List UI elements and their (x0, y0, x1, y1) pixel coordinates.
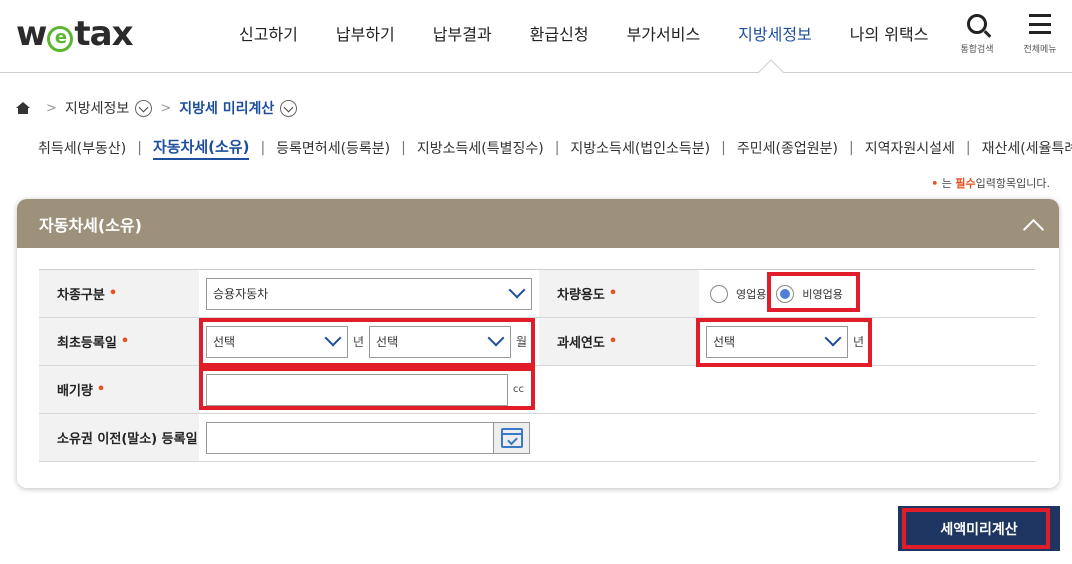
radio-business-use[interactable]: 영업용 (710, 284, 766, 303)
calendar-icon (500, 427, 523, 448)
breadcrumb-level1[interactable]: 지방세정보 (65, 98, 129, 118)
first-reg-month-select[interactable]: 선택 (369, 325, 512, 358)
first-reg-label: 최초등록일 • (39, 318, 199, 365)
displacement-label: 배기량 • (39, 366, 199, 413)
transfer-date-label: 소유권 이전(말소) 등록일 (39, 414, 199, 461)
first-reg-year-select[interactable]: 선택 (206, 325, 348, 358)
car-use-radio-group: 영업용 비영업용 (710, 284, 853, 303)
nav-extra-services[interactable]: 부가서비스 (608, 0, 720, 72)
tab-vehicle-tax[interactable]: 자동차세(소유) (152, 136, 250, 160)
chevron-down-icon (489, 332, 502, 345)
tab-regional-resource-tax[interactable]: 지역자원시설세 (865, 138, 955, 158)
nav-refund[interactable]: 환급신청 (511, 0, 608, 72)
tax-type-tabs: 취득세(부동산) | 자동차세(소유) | 등록면허세(등록분) | 지방소득세(특별… (38, 136, 1072, 160)
tab-local-income-corporate[interactable]: 지방소득세(법인소득분) (570, 138, 710, 158)
car-type-label: 차종구분 • (39, 270, 199, 317)
chevron-down-icon[interactable] (135, 99, 153, 117)
tab-acquisition-tax[interactable]: 취득세(부동산) (38, 138, 126, 158)
search-icon (967, 14, 987, 34)
displacement-input[interactable] (206, 373, 508, 406)
breadcrumb: > 지방세정보 > 지방세 미리계산 (16, 98, 298, 118)
form-row: 소유권 이전(말소) 등록일 (39, 414, 1035, 462)
tax-year-select[interactable]: 선택 (706, 325, 848, 358)
main-nav: 신고하기 납부하기 납부결과 환급신청 부가서비스 지방세정보 나의 위택스 (220, 0, 947, 72)
tab-local-income-withholding[interactable]: 지방소득세(특별징수) (417, 138, 544, 158)
wetax-logo[interactable]: w e tax (16, 14, 134, 54)
chevron-right-icon: > (160, 100, 172, 116)
tab-resident-tax[interactable]: 주민세(종업원분) (737, 138, 838, 158)
tab-registration-tax[interactable]: 등록면허세(등록분) (276, 138, 390, 158)
nav-local-tax-info[interactable]: 지방세정보 (719, 0, 831, 72)
chevron-down-icon (826, 332, 839, 345)
chevron-down-icon (326, 332, 339, 345)
calc-panel: 자동차세(소유) 차종구분 • 승용자동차 차량용도 • 영업용 비영업용 최초등록… (17, 199, 1059, 488)
breadcrumb-current[interactable]: 지방세 미리계산 (179, 98, 274, 118)
nav-report[interactable]: 신고하기 (220, 0, 317, 72)
all-menu-button[interactable]: 전체메뉴 (1015, 14, 1065, 55)
tax-year-label: 과세연도 • (539, 318, 699, 365)
home-icon[interactable] (16, 102, 30, 114)
calculate-tax-button[interactable]: 세액미리계산 (898, 506, 1060, 551)
form-row: 배기량 • cc (39, 366, 1035, 414)
calendar-button[interactable] (494, 421, 530, 454)
form-row: 차종구분 • 승용자동차 차량용도 • 영업용 비영업용 (39, 270, 1035, 318)
chevron-up-icon[interactable] (1023, 215, 1041, 233)
transfer-date-input[interactable] (206, 421, 494, 454)
hamburger-icon (1029, 14, 1051, 34)
chevron-down-icon (510, 284, 523, 297)
panel-title: 자동차세(소유) (39, 215, 142, 235)
search-label: 통합검색 (960, 45, 994, 55)
car-type-select[interactable]: 승용자동차 (206, 277, 532, 310)
tab-property-tax[interactable]: 재산세(세율특례) (982, 138, 1072, 158)
chevron-right-icon: > (46, 100, 57, 116)
nav-my-wetax[interactable]: 나의 위택스 (831, 0, 948, 72)
nav-payment-result[interactable]: 납부결과 (414, 0, 511, 72)
calc-form: 차종구분• 승용자동차 차량용도• 영업용 비영업용 최초등록일• 선택 (39, 269, 1035, 462)
radio-non-business-use[interactable]: 비영업용 (776, 284, 843, 303)
chevron-down-icon[interactable] (280, 99, 298, 117)
nav-payment[interactable]: 납부하기 (317, 0, 414, 72)
form-row: 최초등록일 • 선택 년 선택 월 과세연도 • 선택 년 (39, 318, 1035, 366)
required-note: • 는 필수입력항목입니다. (931, 177, 1050, 190)
site-header: w e tax 신고하기 납부하기 납부결과 환급신청 부가서비스 지방세정보 나의… (0, 0, 1072, 73)
panel-header[interactable]: 자동차세(소유) (17, 199, 1059, 248)
all-menu-label: 전체메뉴 (1023, 45, 1057, 55)
search-button[interactable]: 통합검색 (952, 14, 1002, 55)
car-use-label: 차량용도 • (539, 270, 699, 317)
